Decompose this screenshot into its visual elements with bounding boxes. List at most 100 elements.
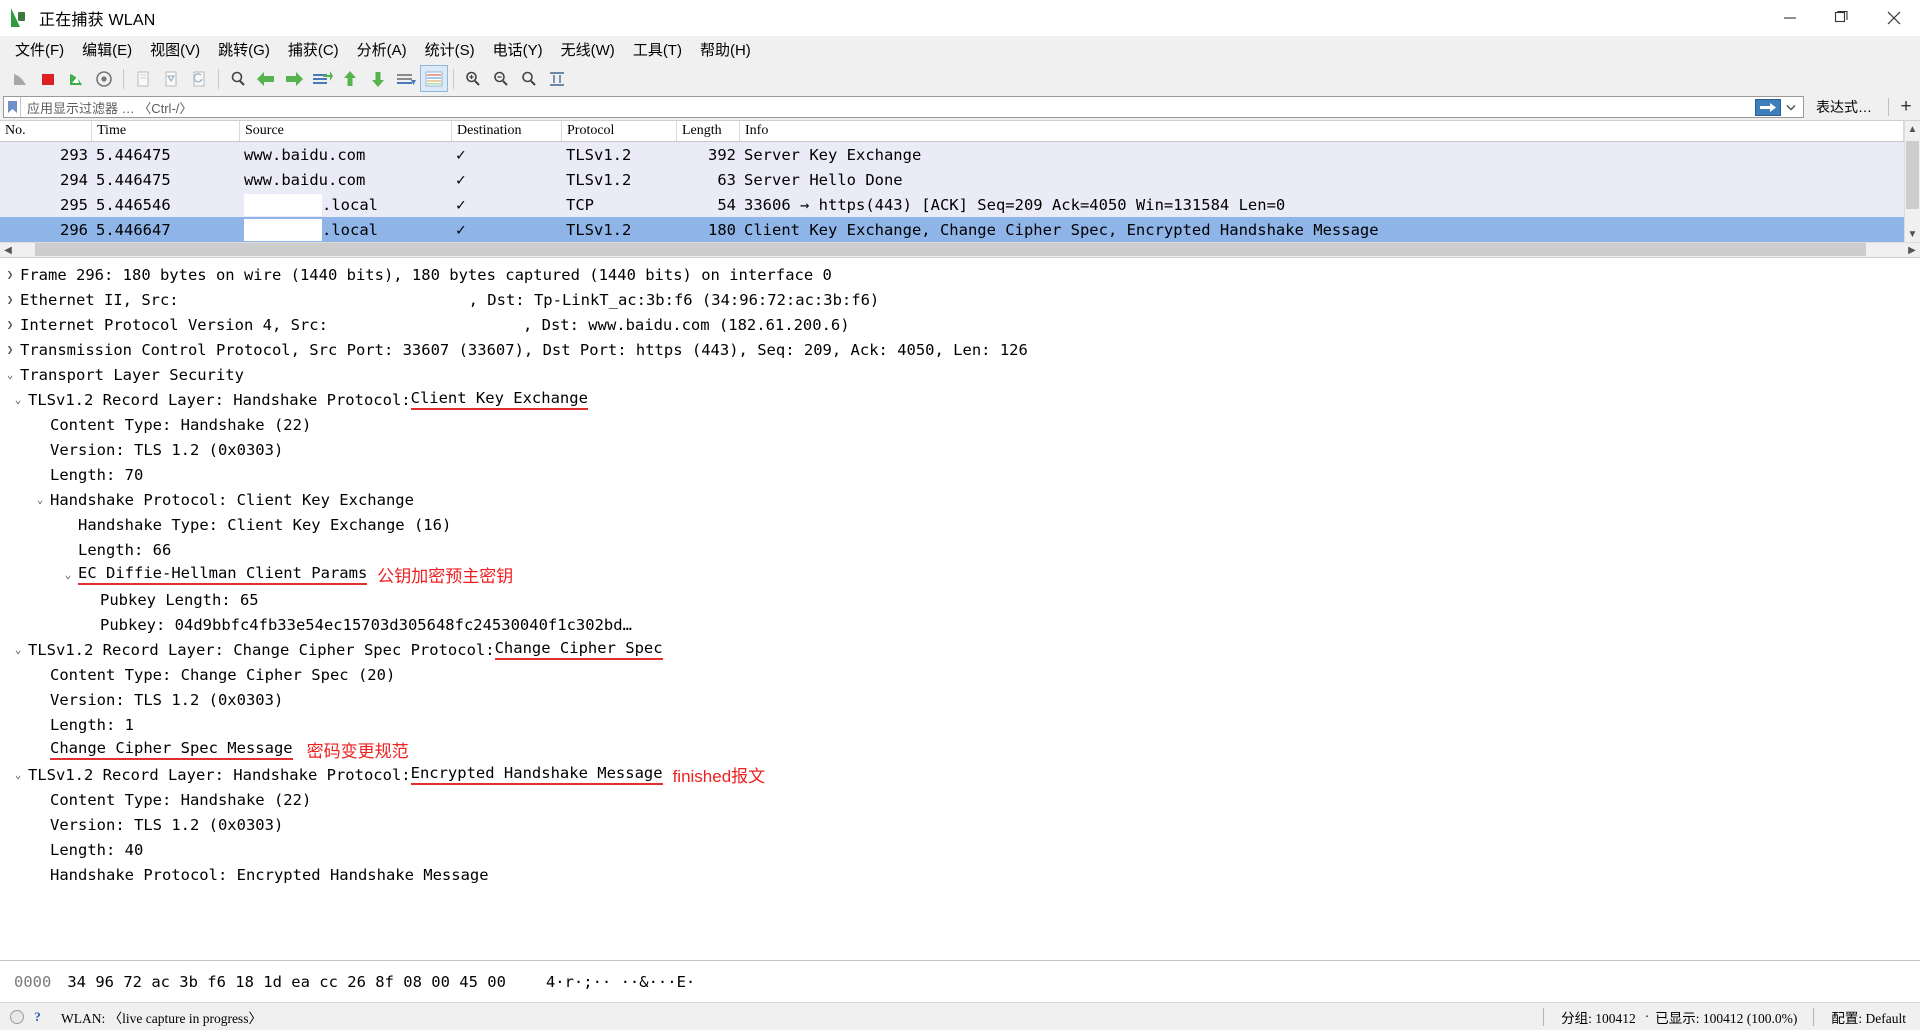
stop-capture-icon[interactable] <box>34 65 62 92</box>
chevron-down-icon[interactable] <box>1781 98 1800 117</box>
menu-go[interactable]: 跳转(G) <box>209 36 279 63</box>
chevron-down-icon[interactable]: ⌄ <box>30 493 50 506</box>
column-header-info[interactable]: Info <box>740 121 1904 141</box>
minimize-button[interactable] <box>1764 0 1816 36</box>
menu-tools[interactable]: 工具(T) <box>624 36 691 63</box>
detail-row-handshake-protocol[interactable]: ⌄ Handshake Protocol: Client Key Exchang… <box>0 487 1920 512</box>
detail-row-frame[interactable]: ❯ Frame 296: 180 bytes on wire (1440 bit… <box>0 262 1920 287</box>
column-header-length[interactable]: Length <box>677 121 740 141</box>
packet-list-horizontal-scrollbar[interactable]: ◀ ▶ <box>0 242 1920 258</box>
column-header-destination[interactable]: Destination <box>452 121 562 141</box>
maximize-button[interactable] <box>1816 0 1868 36</box>
go-back-icon[interactable] <box>252 65 280 92</box>
menu-view[interactable]: 视图(V) <box>141 36 209 63</box>
detail-row-record-layer-ehm[interactable]: ⌄ TLSv1.2 Record Layer: Handshake Protoc… <box>0 762 1920 787</box>
table-row[interactable]: 295 5.446546 .local ✓ TCP 54 33606 → htt… <box>0 192 1904 217</box>
scroll-up-arrow-icon[interactable]: ▲ <box>1905 121 1920 137</box>
detail-row-ccs-content-type[interactable]: Content Type: Change Cipher Spec (20) <box>0 662 1920 687</box>
filter-expression-button[interactable]: 表达式… <box>1804 97 1882 117</box>
scroll-track[interactable] <box>1905 137 1920 226</box>
zoom-reset-icon[interactable] <box>515 65 543 92</box>
chevron-right-icon[interactable]: ❯ <box>0 318 20 331</box>
table-row[interactable]: 294 5.446475 www.baidu.com ✓ TLSv1.2 63 … <box>0 167 1904 192</box>
menu-statistics[interactable]: 统计(S) <box>416 36 484 63</box>
chevron-right-icon[interactable]: ❯ <box>0 268 20 281</box>
restart-capture-icon[interactable] <box>62 65 90 92</box>
detail-row-tls[interactable]: ⌄ Transport Layer Security <box>0 362 1920 387</box>
chevron-down-icon[interactable]: ⌄ <box>0 368 20 381</box>
detail-row-record-layer-cke[interactable]: ⌄ TLSv1.2 Record Layer: Handshake Protoc… <box>0 387 1920 412</box>
menu-file[interactable]: 文件(F) <box>6 36 73 63</box>
detail-row-content-type[interactable]: Content Type: Handshake (22) <box>0 412 1920 437</box>
close-file-icon[interactable] <box>185 65 213 92</box>
scroll-track-h[interactable] <box>16 243 1904 257</box>
menu-capture[interactable]: 捕获(C) <box>279 36 348 63</box>
display-filter-input[interactable]: 应用显示过滤器 … 〈Ctrl-/〉 <box>3 96 1804 118</box>
chevron-right-icon[interactable]: ❯ <box>0 343 20 356</box>
filter-bookmark-icon[interactable] <box>4 97 21 117</box>
menu-wireless[interactable]: 无线(W) <box>552 36 624 63</box>
go-last-packet-icon[interactable] <box>364 65 392 92</box>
cell-time: 5.446475 <box>96 145 171 164</box>
detail-row-ipv4[interactable]: ❯ Internet Protocol Version 4, Src: , Ds… <box>0 312 1920 337</box>
chevron-down-icon[interactable]: ⌄ <box>8 393 28 406</box>
apply-filter-arrow-icon[interactable] <box>1755 98 1781 116</box>
chevron-down-icon[interactable]: ⌄ <box>58 568 78 581</box>
column-header-source[interactable]: Source <box>240 121 452 141</box>
detail-row-ecdh-params[interactable]: ⌄ EC Diffie-Hellman Client Params 公钥加密预主… <box>0 562 1920 587</box>
colorize-icon[interactable] <box>420 65 448 92</box>
scroll-thumb[interactable] <box>1906 141 1919 209</box>
detail-row-ccs-version[interactable]: Version: TLS 1.2 (0x0303) <box>0 687 1920 712</box>
start-capture-icon[interactable] <box>6 65 34 92</box>
detail-row-ehm-handshake-protocol[interactable]: Handshake Protocol: Encrypted Handshake … <box>0 862 1920 887</box>
open-file-icon[interactable] <box>129 65 157 92</box>
detail-row-handshake-type[interactable]: Handshake Type: Client Key Exchange (16) <box>0 512 1920 537</box>
detail-row-handshake-length[interactable]: Length: 66 <box>0 537 1920 562</box>
menu-telephony[interactable]: 电话(Y) <box>484 36 552 63</box>
column-header-protocol[interactable]: Protocol <box>562 121 677 141</box>
detail-row-ccs-message[interactable]: Change Cipher Spec Message 密码变更规范 <box>0 737 1920 762</box>
scroll-down-arrow-icon[interactable]: ▼ <box>1905 226 1920 242</box>
detail-row-length[interactable]: Length: 70 <box>0 462 1920 487</box>
close-button[interactable] <box>1868 0 1920 36</box>
go-to-packet-icon[interactable] <box>308 65 336 92</box>
detail-row-pubkey[interactable]: Pubkey: 04d9bbfc4fb33e54ec15703d305648fc… <box>0 612 1920 637</box>
detail-row-tcp[interactable]: ❯ Transmission Control Protocol, Src Por… <box>0 337 1920 362</box>
detail-row-pubkey-length[interactable]: Pubkey Length: 65 <box>0 587 1920 612</box>
detail-row-version[interactable]: Version: TLS 1.2 (0x0303) <box>0 437 1920 462</box>
column-header-time[interactable]: Time <box>92 121 240 141</box>
packet-list-vertical-scrollbar[interactable]: ▲ ▼ <box>1904 121 1920 242</box>
column-header-no[interactable]: No. <box>0 121 92 141</box>
chevron-down-icon[interactable]: ⌄ <box>8 768 28 781</box>
go-forward-icon[interactable] <box>280 65 308 92</box>
menu-analyze[interactable]: 分析(A) <box>348 36 416 63</box>
profile-label[interactable]: 配置: Default <box>1831 1007 1920 1027</box>
go-first-packet-icon[interactable] <box>336 65 364 92</box>
detail-row-ethernet[interactable]: ❯ Ethernet II, Src: , Dst: Tp-LinkT_ac:3… <box>0 287 1920 312</box>
detail-row-ehm-length[interactable]: Length: 40 <box>0 837 1920 862</box>
scroll-left-arrow-icon[interactable]: ◀ <box>0 242 16 258</box>
save-file-icon[interactable] <box>157 65 185 92</box>
detail-row-ehm-content-type[interactable]: Content Type: Handshake (22) <box>0 787 1920 812</box>
chevron-right-icon[interactable]: ❯ <box>0 293 20 306</box>
zoom-out-icon[interactable] <box>487 65 515 92</box>
menu-help[interactable]: 帮助(H) <box>691 36 760 63</box>
detail-row-ccs-length[interactable]: Length: 1 <box>0 712 1920 737</box>
add-filter-button[interactable]: + <box>1895 96 1917 118</box>
capture-status-icon[interactable] <box>10 1009 24 1024</box>
capture-options-icon[interactable] <box>90 65 118 92</box>
chevron-down-icon[interactable]: ⌄ <box>8 643 28 656</box>
menu-edit[interactable]: 编辑(E) <box>73 36 141 63</box>
auto-scroll-icon[interactable] <box>392 65 420 92</box>
detail-row-ehm-version[interactable]: Version: TLS 1.2 (0x0303) <box>0 812 1920 837</box>
detail-row-record-layer-ccs[interactable]: ⌄ TLSv1.2 Record Layer: Change Cipher Sp… <box>0 637 1920 662</box>
table-row[interactable]: 296 5.446647 .local ✓ TLSv1.2 180 Client… <box>0 217 1904 242</box>
scroll-thumb-h[interactable] <box>34 243 1867 256</box>
resize-columns-icon[interactable] <box>543 65 571 92</box>
scroll-right-arrow-icon[interactable]: ▶ <box>1904 242 1920 258</box>
zoom-in-icon[interactable] <box>459 65 487 92</box>
packet-bytes-pane[interactable]: 0000 34 96 72 ac 3b f6 18 1d ea cc 26 8f… <box>0 960 1920 1002</box>
find-packet-icon[interactable] <box>224 65 252 92</box>
table-row[interactable]: 293 5.446475 www.baidu.com ✓ TLSv1.2 392… <box>0 142 1904 167</box>
expert-info-icon[interactable]: ? <box>30 1009 45 1024</box>
